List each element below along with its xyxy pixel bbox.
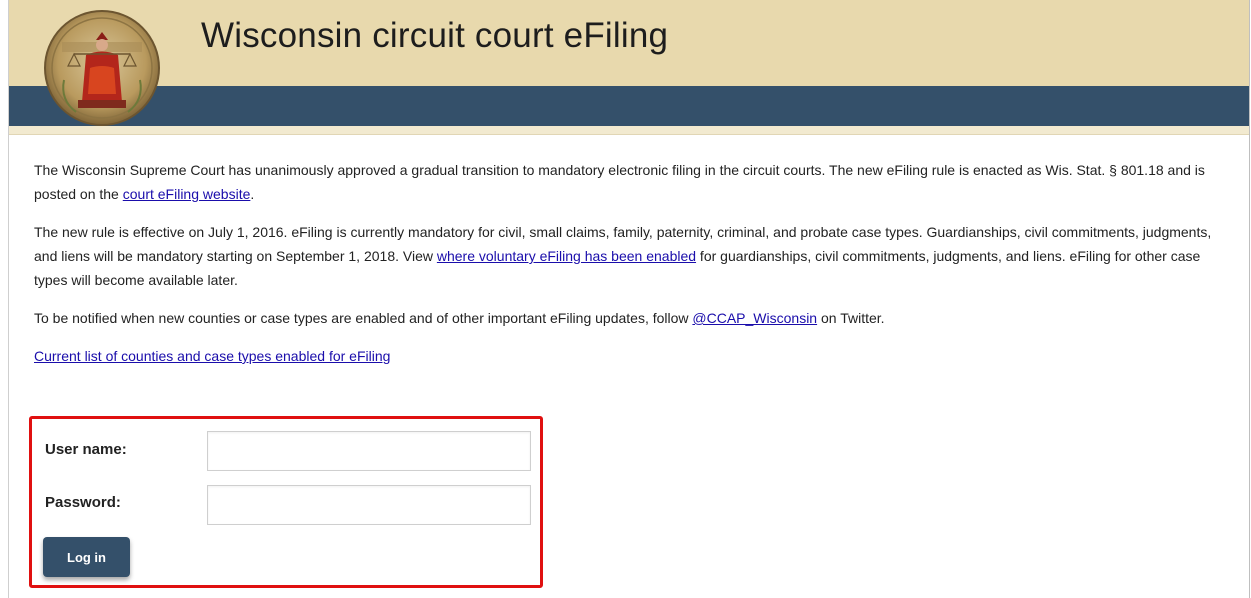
court-efiling-website-link[interactable]: court eFiling website xyxy=(123,186,251,202)
username-input[interactable] xyxy=(207,431,531,471)
login-form: User name: Password: Log in xyxy=(29,416,543,588)
password-input[interactable] xyxy=(207,485,531,525)
intro-paragraph-1: The Wisconsin Supreme Court has unanimou… xyxy=(34,158,1234,206)
login-button[interactable]: Log in xyxy=(43,537,130,577)
court-seal-icon xyxy=(44,10,160,126)
counties-link-row: Current list of counties and case types … xyxy=(34,344,1234,368)
intro-text-3a: To be notified when new counties or case… xyxy=(34,310,693,326)
counties-case-types-link[interactable]: Current list of counties and case types … xyxy=(34,348,390,364)
nav-band xyxy=(9,86,1249,126)
username-label: User name: xyxy=(45,441,127,458)
intro-text-1b: . xyxy=(250,186,255,202)
site-title: Wisconsin circuit court eFiling xyxy=(201,16,669,55)
page: Wisconsin circuit court eFiling The Wisc… xyxy=(0,0,1251,598)
header-underline xyxy=(9,126,1249,135)
main-content: The Wisconsin Supreme Court has unanimou… xyxy=(34,158,1234,382)
page-frame: Wisconsin circuit court eFiling The Wisc… xyxy=(8,0,1250,598)
intro-text-3b: on Twitter. xyxy=(817,310,885,326)
password-label: Password: xyxy=(45,494,121,511)
voluntary-efiling-link[interactable]: where voluntary eFiling has been enabled xyxy=(437,248,696,264)
twitter-handle-link[interactable]: @CCAP_Wisconsin xyxy=(692,310,817,326)
intro-paragraph-2: The new rule is effective on July 1, 201… xyxy=(34,220,1234,292)
intro-paragraph-3: To be notified when new counties or case… xyxy=(34,306,1234,330)
